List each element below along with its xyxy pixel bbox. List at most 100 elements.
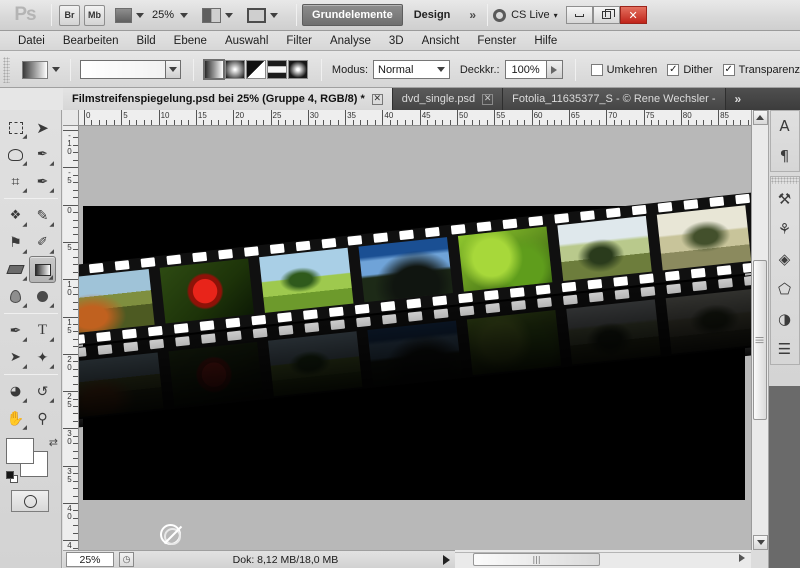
layers-panel-icon[interactable]: ◈ <box>771 244 799 274</box>
status-menu-arrow-icon[interactable] <box>443 554 450 565</box>
linear-gradient-icon[interactable] <box>202 59 225 80</box>
document-thumbnail-icon[interactable]: ◷ <box>119 552 134 567</box>
opacity-input[interactable]: 100% <box>504 60 547 79</box>
panel-group-grip[interactable] <box>770 177 799 184</box>
transparency-checkbox[interactable]: ✓ Transparenz <box>722 63 800 76</box>
swap-colors-icon[interactable]: ⇄ <box>49 436 58 449</box>
character-panel-icon[interactable]: A <box>771 111 799 141</box>
minimize-button[interactable] <box>565 6 593 24</box>
paths-panel-icon[interactable]: ⬠ <box>771 274 799 304</box>
zoom-tool[interactable]: ⚲ <box>29 405 56 432</box>
spot-healing-brush-tool[interactable]: ❖ ◢ <box>2 202 29 229</box>
path-selection-tool[interactable]: ➤ ◢ <box>2 344 29 371</box>
crop-tool[interactable]: ⌗ ◢ <box>2 168 29 195</box>
window-resize-corner[interactable] <box>783 545 800 568</box>
close-icon[interactable]: ✕ <box>482 93 494 105</box>
menu-item-filter[interactable]: Filter <box>277 32 321 50</box>
menu-item-auswahl[interactable]: Auswahl <box>216 32 277 50</box>
paragraph-panel-icon[interactable]: ¶ <box>771 141 799 171</box>
rotate-3d-tool[interactable]: ◕ ◢ <box>2 378 29 405</box>
dither-checkbox[interactable]: ✓ Dither <box>667 63 713 76</box>
tab-overflow-icon[interactable]: » <box>726 92 749 106</box>
blend-mode-select[interactable]: Normal <box>373 60 450 79</box>
quick-mask-button[interactable] <box>11 490 49 512</box>
ruler-minor-tick <box>91 120 93 125</box>
marquee-tool[interactable]: ◢ <box>2 114 29 141</box>
menu-item-3d[interactable]: 3D <box>380 32 413 50</box>
eraser-tool[interactable]: ◢ <box>2 256 29 283</box>
menu-item-datei[interactable]: Datei <box>9 32 54 50</box>
brush-panel-icon[interactable]: ⚘ <box>771 214 799 244</box>
scroll-up-button[interactable] <box>752 110 768 125</box>
opacity-slider-button[interactable] <box>546 60 563 79</box>
vertical-scrollbar[interactable]: ||| <box>751 110 768 550</box>
ruler-minor-tick <box>73 406 78 408</box>
bridge-button[interactable]: Br <box>59 4 80 26</box>
menu-item-analyse[interactable]: Analyse <box>321 32 380 50</box>
zoom-chevron-down-icon[interactable] <box>180 12 189 18</box>
zoom-input[interactable]: 25% <box>66 552 114 567</box>
foreground-color-swatch[interactable] <box>6 438 34 464</box>
document-canvas[interactable] <box>79 126 751 550</box>
actions-panel-icon[interactable]: ☰ <box>771 334 799 364</box>
blur-tool[interactable]: ◢ <box>2 283 29 310</box>
close-icon[interactable]: ✕ <box>371 93 383 105</box>
horizontal-scrollbar[interactable]: ||| <box>455 550 751 568</box>
menu-item-ebene[interactable]: Ebene <box>165 32 216 50</box>
horizontal-ruler[interactable]: 0 5 10 15 20 25 30 35 40 45 50 55 60 65 70 75 80 85 <box>63 110 751 126</box>
adjustments-panel-icon[interactable]: ◑ <box>771 304 799 334</box>
quick-selection-tool[interactable]: ✒ ◢ <box>29 141 56 168</box>
tool-preset-picker[interactable] <box>21 60 60 79</box>
default-colors-button[interactable] <box>6 471 19 484</box>
dodge-tool[interactable]: ◢ <box>29 283 56 310</box>
move-tool[interactable]: ➤ <box>29 114 56 141</box>
brush-tool[interactable]: ✎ ◢ <box>29 202 56 229</box>
reflected-gradient-icon[interactable] <box>266 60 287 79</box>
mini-bridge-button[interactable]: Mb <box>84 4 105 26</box>
scroll-down-button[interactable] <box>753 535 768 550</box>
menu-item-hilfe[interactable]: Hilfe <box>525 32 566 50</box>
menu-item-fenster[interactable]: Fenster <box>468 32 525 50</box>
workspace-overflow-icon[interactable]: » <box>461 8 482 22</box>
scroll-right-button[interactable] <box>739 554 745 562</box>
cs-live-menu[interactable]: CS Live ▾ <box>493 8 558 22</box>
tab-filmstreifenspiegelung[interactable]: Filmstreifenspiegelung.psd bei 25% (Grup… <box>63 88 393 110</box>
color-panel-icon[interactable]: ⚒ <box>771 184 799 214</box>
view-extras-menu[interactable] <box>115 7 144 23</box>
vertical-scroll-thumb[interactable]: ||| <box>753 260 767 420</box>
tab-fotolia[interactable]: Fotolia_11635377_S - © Rene Wechsler - <box>503 88 726 110</box>
horizontal-scroll-thumb[interactable]: ||| <box>473 553 600 566</box>
reverse-checkbox[interactable]: Umkehren <box>590 63 657 76</box>
type-tool[interactable]: T ◢ <box>29 317 56 344</box>
workspace-design[interactable]: Design <box>405 4 460 26</box>
ruler-minor-tick <box>539 120 541 125</box>
opacity-stepper[interactable]: 100% <box>504 60 563 79</box>
radial-gradient-icon[interactable] <box>224 60 245 79</box>
pen-tool[interactable]: ✒ ◢ <box>2 317 29 344</box>
hand-tool[interactable]: ✋ ◢ <box>2 405 29 432</box>
custom-shape-tool[interactable]: ✦ ◢ <box>29 344 56 371</box>
angle-gradient-icon[interactable] <box>245 60 266 79</box>
gradient-preset-dropdown[interactable] <box>165 60 181 79</box>
options-bar-grip[interactable] <box>3 56 10 83</box>
menu-item-ansicht[interactable]: Ansicht <box>413 32 469 50</box>
gradient-tool[interactable]: ◢ <box>29 256 56 283</box>
eyedropper-tool[interactable]: ✒ ◢ <box>29 168 56 195</box>
diamond-gradient-icon[interactable] <box>287 60 308 79</box>
arrange-documents-menu[interactable] <box>202 7 234 23</box>
history-brush-tool[interactable]: ✐ ◢ <box>29 229 56 256</box>
screen-mode-menu[interactable] <box>247 7 279 23</box>
close-button[interactable]: ✕ <box>619 6 647 24</box>
menu-item-bearbeiten[interactable]: Bearbeiten <box>54 32 128 50</box>
lasso-tool[interactable]: ◢ <box>2 141 29 168</box>
gradient-preview-swatch[interactable] <box>79 60 166 79</box>
clone-stamp-tool[interactable]: ⚑ ◢ <box>2 229 29 256</box>
orbit-3d-camera-tool[interactable]: ↺ ◢ <box>29 378 56 405</box>
ruler-origin-corner[interactable] <box>63 110 79 126</box>
gradient-preset-picker[interactable] <box>79 60 181 79</box>
vertical-ruler[interactable]: -10 -5 0 5 10 15 20 25 30 35 40 45 <box>63 110 79 550</box>
menu-item-bild[interactable]: Bild <box>127 32 164 50</box>
tab-dvd-single[interactable]: dvd_single.psd ✕ <box>392 88 504 110</box>
maximize-button[interactable] <box>592 6 620 24</box>
workspace-grundelemente[interactable]: Grundelemente <box>302 4 403 26</box>
